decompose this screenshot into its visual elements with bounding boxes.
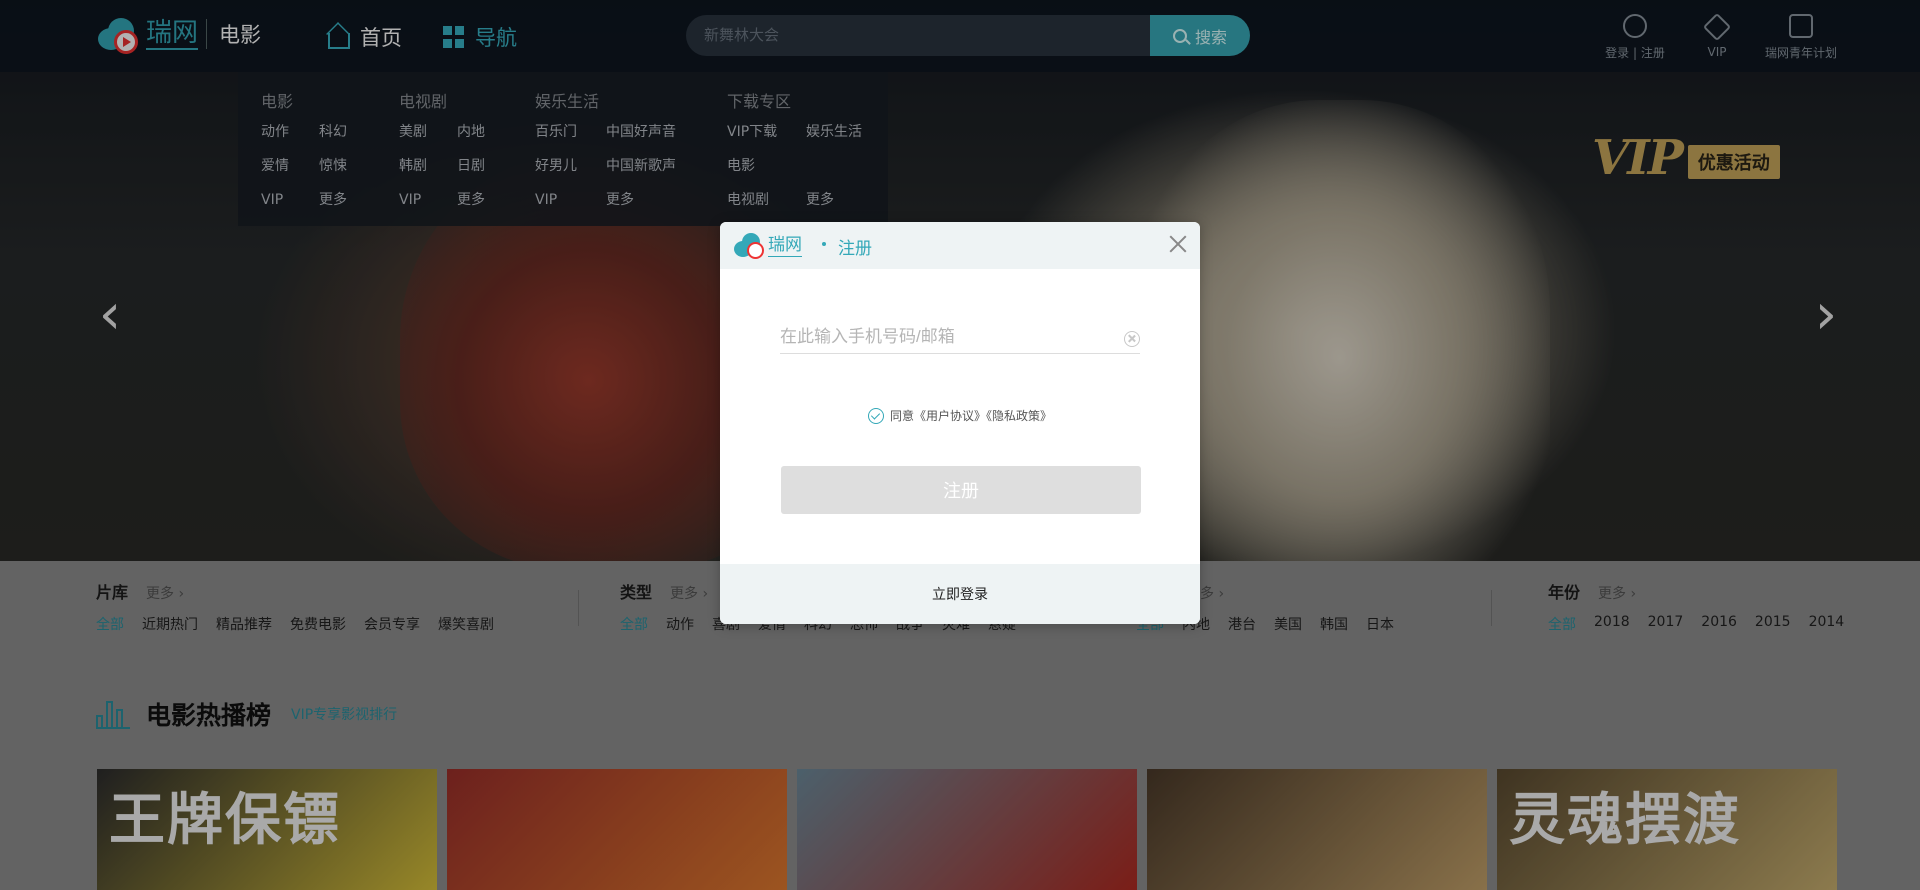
title-dot (822, 242, 826, 246)
modal-logo: 瑞网 (734, 231, 802, 259)
modal-logo-text: 瑞网 (768, 234, 802, 257)
modal-footer: 立即登录 (720, 564, 1200, 624)
register-submit-button[interactable]: 注册 (781, 466, 1141, 514)
cloud-play-logo-icon (734, 231, 768, 259)
modal-header: 瑞网 注册 (720, 222, 1200, 269)
agreement-checkbox[interactable] (868, 407, 884, 424)
agreement-checkbox-row: 同意《用户协议》《隐私政策》 (868, 407, 1052, 424)
login-now-link[interactable]: 立即登录 (932, 584, 988, 604)
close-icon[interactable] (1168, 234, 1188, 254)
modal-title: 注册 (838, 239, 872, 259)
register-modal: 瑞网 注册 同意《用户协议》《隐私政策》 注册 立即登录 (720, 222, 1200, 624)
phone-email-input[interactable] (780, 320, 1140, 354)
clear-input-icon[interactable] (1124, 331, 1140, 347)
agreement-text[interactable]: 同意《用户协议》《隐私政策》 (890, 407, 1052, 424)
